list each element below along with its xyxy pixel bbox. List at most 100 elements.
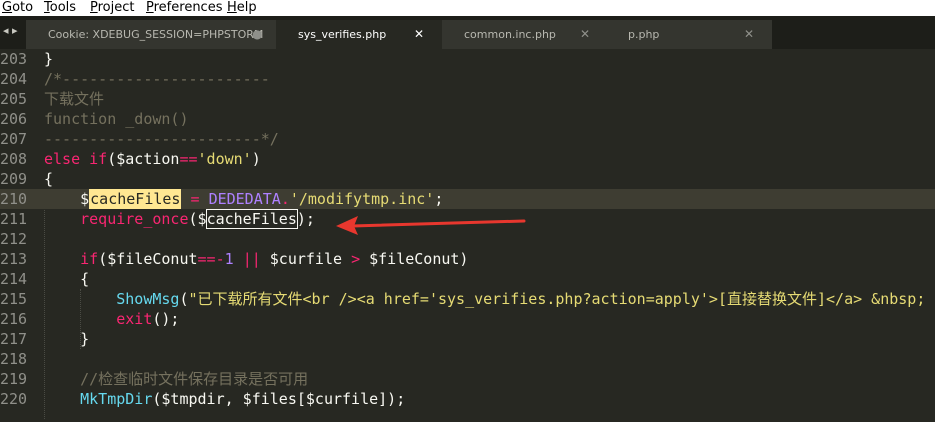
menu-item-preferences[interactable]: Preferences	[146, 0, 222, 15]
code-line[interactable]: 213 if($fileConut==-1 || $curfile > $fil…	[0, 249, 935, 269]
code-token: ;	[434, 190, 444, 208]
code-text: else if($action=='down')	[44, 149, 261, 169]
code-token: exit	[116, 310, 153, 328]
code-line[interactable]: 203}	[0, 49, 935, 69]
code-line[interactable]: 216 exit();	[0, 309, 935, 329]
code-text: $cacheFiles = DEDEDATA.'/modifytmp.inc';	[44, 189, 443, 209]
code-text: ------------------------*/	[44, 129, 279, 149]
code-token: }	[44, 50, 54, 68]
code-token: $action	[116, 150, 180, 168]
close-tab-icon[interactable]: ✕	[580, 27, 590, 41]
code-token: /*-----------------------	[44, 70, 270, 88]
line-number: 214	[0, 270, 28, 288]
code-text: }	[44, 49, 53, 69]
code-token: DEDEDATA	[208, 190, 281, 208]
code-token: function _down()	[44, 110, 189, 128]
close-tab-icon[interactable]: ✕	[744, 27, 754, 41]
line-number: 218	[0, 350, 28, 368]
code-text: MkTmpDir($tmpdir, $files[$curfile]);	[44, 389, 405, 409]
code-token: ();	[152, 310, 180, 328]
tab-scroll-icon[interactable]: ◂ ▸	[3, 24, 18, 37]
code-token: $fileConut)	[360, 250, 469, 268]
line-number: 207	[0, 130, 28, 148]
menu-item-project[interactable]: Project	[90, 0, 135, 15]
code-text: exit();	[44, 309, 179, 329]
code-line[interactable]: 214 {	[0, 269, 935, 289]
line-number: 205	[0, 90, 28, 108]
code-token: //检查临时文件保存目录是否可用	[44, 370, 309, 388]
tab-label: Cookie: XDEBUG_SESSION=PHPSTORM	[48, 28, 264, 41]
code-line[interactable]: 204 /*-----------------------	[0, 69, 935, 89]
line-number: 204	[0, 70, 28, 88]
line-number: 217	[0, 330, 28, 348]
code-line[interactable]: 219 //检查临时文件保存目录是否可用	[0, 369, 935, 389]
code-token: {	[44, 270, 90, 288]
tab-3[interactable]: p.php ✕	[606, 20, 772, 49]
line-number: 210	[0, 190, 28, 208]
code-token: (	[179, 290, 189, 308]
code-text: ShowMsg("已下载所有文件<br /><a href='sys_verif…	[44, 289, 925, 309]
selected-token: cacheFiles	[89, 189, 182, 209]
code-token: ==	[179, 150, 198, 168]
code-token: =	[190, 190, 200, 208]
code-line[interactable]: 215 ShowMsg("已下载所有文件<br /><a href='sys_v…	[0, 289, 935, 309]
code-token: .	[280, 190, 290, 208]
code-token: 1	[224, 250, 234, 268]
line-number: 209	[0, 170, 28, 188]
line-number: 212	[0, 230, 28, 248]
code-text: /*-----------------------	[44, 69, 270, 89]
menu-item-tools[interactable]: Tools	[44, 0, 76, 15]
code-text: {	[44, 169, 53, 189]
code-token: ($tmpdir, $files[$curfile]);	[152, 390, 406, 408]
code-line[interactable]: 209 {	[0, 169, 935, 189]
code-line[interactable]: 218	[0, 349, 935, 369]
code-line[interactable]: 206 function _down()	[0, 109, 935, 129]
code-token: $curfile	[260, 250, 352, 268]
code-line[interactable]: 220 MkTmpDir($tmpdir, $files[$curfile]);	[0, 389, 935, 409]
code-line[interactable]: 207 ------------------------*/	[0, 129, 935, 149]
tab-label: sys_verifies.php	[298, 28, 387, 41]
code-text: 下载文件	[44, 89, 104, 109]
code-line[interactable]: 205 下载文件	[0, 89, 935, 109]
code-token: if	[89, 150, 108, 168]
red-arrow-annotation	[336, 216, 526, 235]
code-token: }	[44, 330, 90, 348]
code-line[interactable]: 208 else if($action=='down')	[0, 149, 935, 169]
code-line[interactable]: 217 }	[0, 329, 935, 349]
tab-0[interactable]: Cookie: XDEBUG_SESSION=PHPSTORM ●	[26, 20, 276, 49]
tab-2[interactable]: common.inc.php ✕	[442, 20, 608, 49]
code-text: //检查临时文件保存目录是否可用	[44, 369, 308, 389]
code-token: (	[107, 150, 117, 168]
code-token: ($	[188, 210, 207, 228]
code-text: if($fileConut==-1 || $curfile > $fileCon…	[44, 249, 468, 269]
code-token: $	[44, 190, 90, 208]
code-token: if	[44, 250, 99, 268]
code-text: require_once($cacheFiles);	[44, 209, 315, 229]
code-token: ShowMsg	[116, 290, 180, 308]
code-token: );	[296, 210, 315, 228]
menu-item-help[interactable]: Help	[227, 0, 257, 15]
tab-label: p.php	[628, 28, 660, 41]
line-number: 211	[0, 210, 28, 228]
tab-1[interactable]: sys_verifies.php ✕	[276, 20, 442, 49]
close-tab-icon[interactable]: ✕	[414, 27, 424, 41]
code-token: '/modifytmp.inc'	[289, 190, 435, 208]
code-line[interactable]: 210 $cacheFiles = DEDEDATA.'/modifytmp.i…	[0, 189, 935, 209]
line-number: 213	[0, 250, 28, 268]
menu-bar: Goto Tools Project Preferences Help	[0, 0, 935, 16]
arrow-shaft	[350, 219, 526, 228]
tab-label: common.inc.php	[464, 28, 556, 41]
line-number: 206	[0, 110, 28, 128]
tab-bar: ◂ ▸ Cookie: XDEBUG_SESSION=PHPSTORM ● sys_…	[0, 16, 935, 49]
menu-item-goto[interactable]: Goto	[2, 0, 33, 15]
unsaved-dot-icon[interactable]: ●	[252, 27, 262, 41]
code-token: {	[44, 170, 54, 188]
code-token: ------------------------*/	[44, 130, 279, 148]
line-number: 208	[0, 150, 28, 168]
matched-token: cacheFiles	[205, 209, 298, 229]
line-number: 220	[0, 390, 28, 408]
code-token: )	[251, 150, 261, 168]
